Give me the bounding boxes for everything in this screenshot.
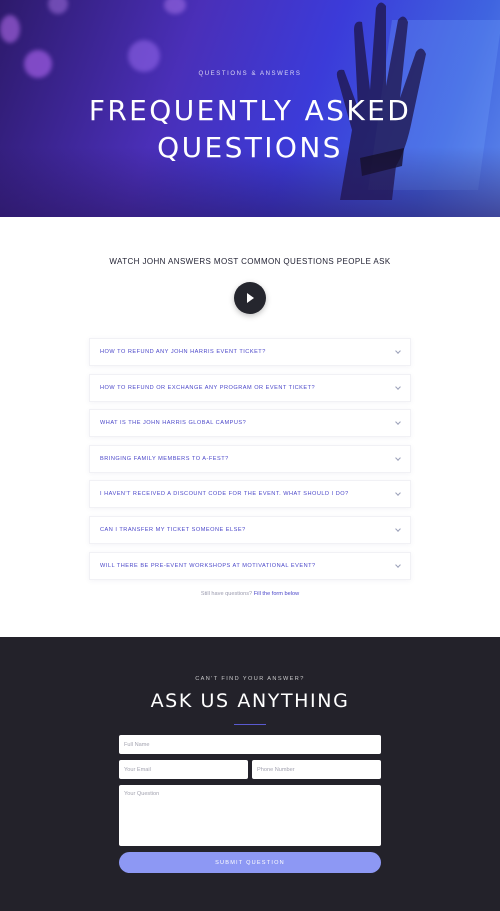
page-title-line1: FREQUENTLY ASKED [88, 94, 412, 127]
fill-form-link[interactable]: Fill the form below [254, 591, 299, 597]
faq-list: HOW TO REFUND ANY JOHN HARRIS EVENT TICK… [89, 338, 411, 587]
hero-eyebrow: QUESTIONS & ANSWERS [198, 71, 302, 77]
contact-eyebrow: CAN'T FIND YOUR ANSWER? [195, 676, 305, 682]
faq-question: BRINGING FAMILY MEMBERS TO A-FEST? [100, 455, 229, 462]
bokeh-light [164, 0, 186, 14]
faq-item[interactable]: CAN I TRANSFER MY TICKET SOMEONE ELSE? [89, 515, 411, 544]
phone-input[interactable] [252, 760, 381, 779]
faq-item[interactable]: HOW TO REFUND ANY JOHN HARRIS EVENT TICK… [89, 338, 411, 366]
play-button[interactable] [234, 282, 266, 314]
faq-question: WILL THERE BE PRE-EVENT WORKSHOPS AT MOT… [100, 562, 316, 569]
still-questions-text: Still have questions? [200, 591, 253, 597]
faq-question: HOW TO REFUND ANY JOHN HARRIS EVENT TICK… [100, 349, 266, 355]
heading-divider [234, 724, 266, 725]
submit-question-button[interactable]: SUBMIT QUESTION [119, 852, 381, 873]
faq-item[interactable]: HOW TO REFUND OR EXCHANGE ANY PROGRAM OR… [89, 373, 411, 402]
page-title-line2: QUESTIONS [157, 131, 343, 164]
still-questions-note: Still have questions? Fill the form belo… [0, 591, 500, 597]
faq-question: I HAVEN'T RECEIVED A DISCOUNT CODE FOR T… [100, 491, 349, 498]
faq-item[interactable]: WILL THERE BE PRE-EVENT WORKSHOPS AT MOT… [89, 551, 411, 580]
play-icon [247, 293, 254, 303]
chevron-down-icon [395, 490, 401, 497]
question-textarea[interactable] [119, 785, 381, 846]
bokeh-light [0, 15, 20, 43]
faq-question: WHAT IS THE JOHN HARRIS GLOBAL CAMPUS? [100, 420, 247, 427]
full-name-input[interactable] [119, 735, 381, 754]
faq-question: CAN I TRANSFER MY TICKET SOMEONE ELSE? [100, 526, 246, 533]
contact-heading: ASK US ANYTHING [150, 690, 350, 712]
bokeh-light [128, 40, 160, 72]
faq-question: HOW TO REFUND OR EXCHANGE ANY PROGRAM OR… [100, 384, 316, 391]
faq-item[interactable]: BRINGING FAMILY MEMBERS TO A-FEST? [89, 444, 411, 473]
chevron-down-icon [395, 383, 401, 390]
chevron-down-icon [395, 526, 401, 532]
email-input[interactable] [119, 760, 248, 779]
page-title: FREQUENTLY ASKED QUESTIONS [0, 92, 500, 166]
chevron-down-icon [395, 561, 401, 568]
faq-item[interactable]: WHAT IS THE JOHN HARRIS GLOBAL CAMPUS? [89, 409, 411, 438]
contact-section: CAN'T FIND YOUR ANSWER? ASK US ANYTHING … [0, 637, 500, 911]
hero-banner: QUESTIONS & ANSWERS FREQUENTLY ASKED QUE… [0, 0, 500, 217]
video-title: WATCH JOHN ANSWERS MOST COMMON QUESTIONS… [109, 257, 391, 266]
faq-item[interactable]: I HAVEN'T RECEIVED A DISCOUNT CODE FOR T… [89, 480, 411, 509]
bokeh-light [48, 0, 68, 14]
chevron-down-icon [395, 348, 401, 354]
chevron-down-icon [395, 454, 401, 461]
chevron-down-icon [395, 419, 401, 426]
